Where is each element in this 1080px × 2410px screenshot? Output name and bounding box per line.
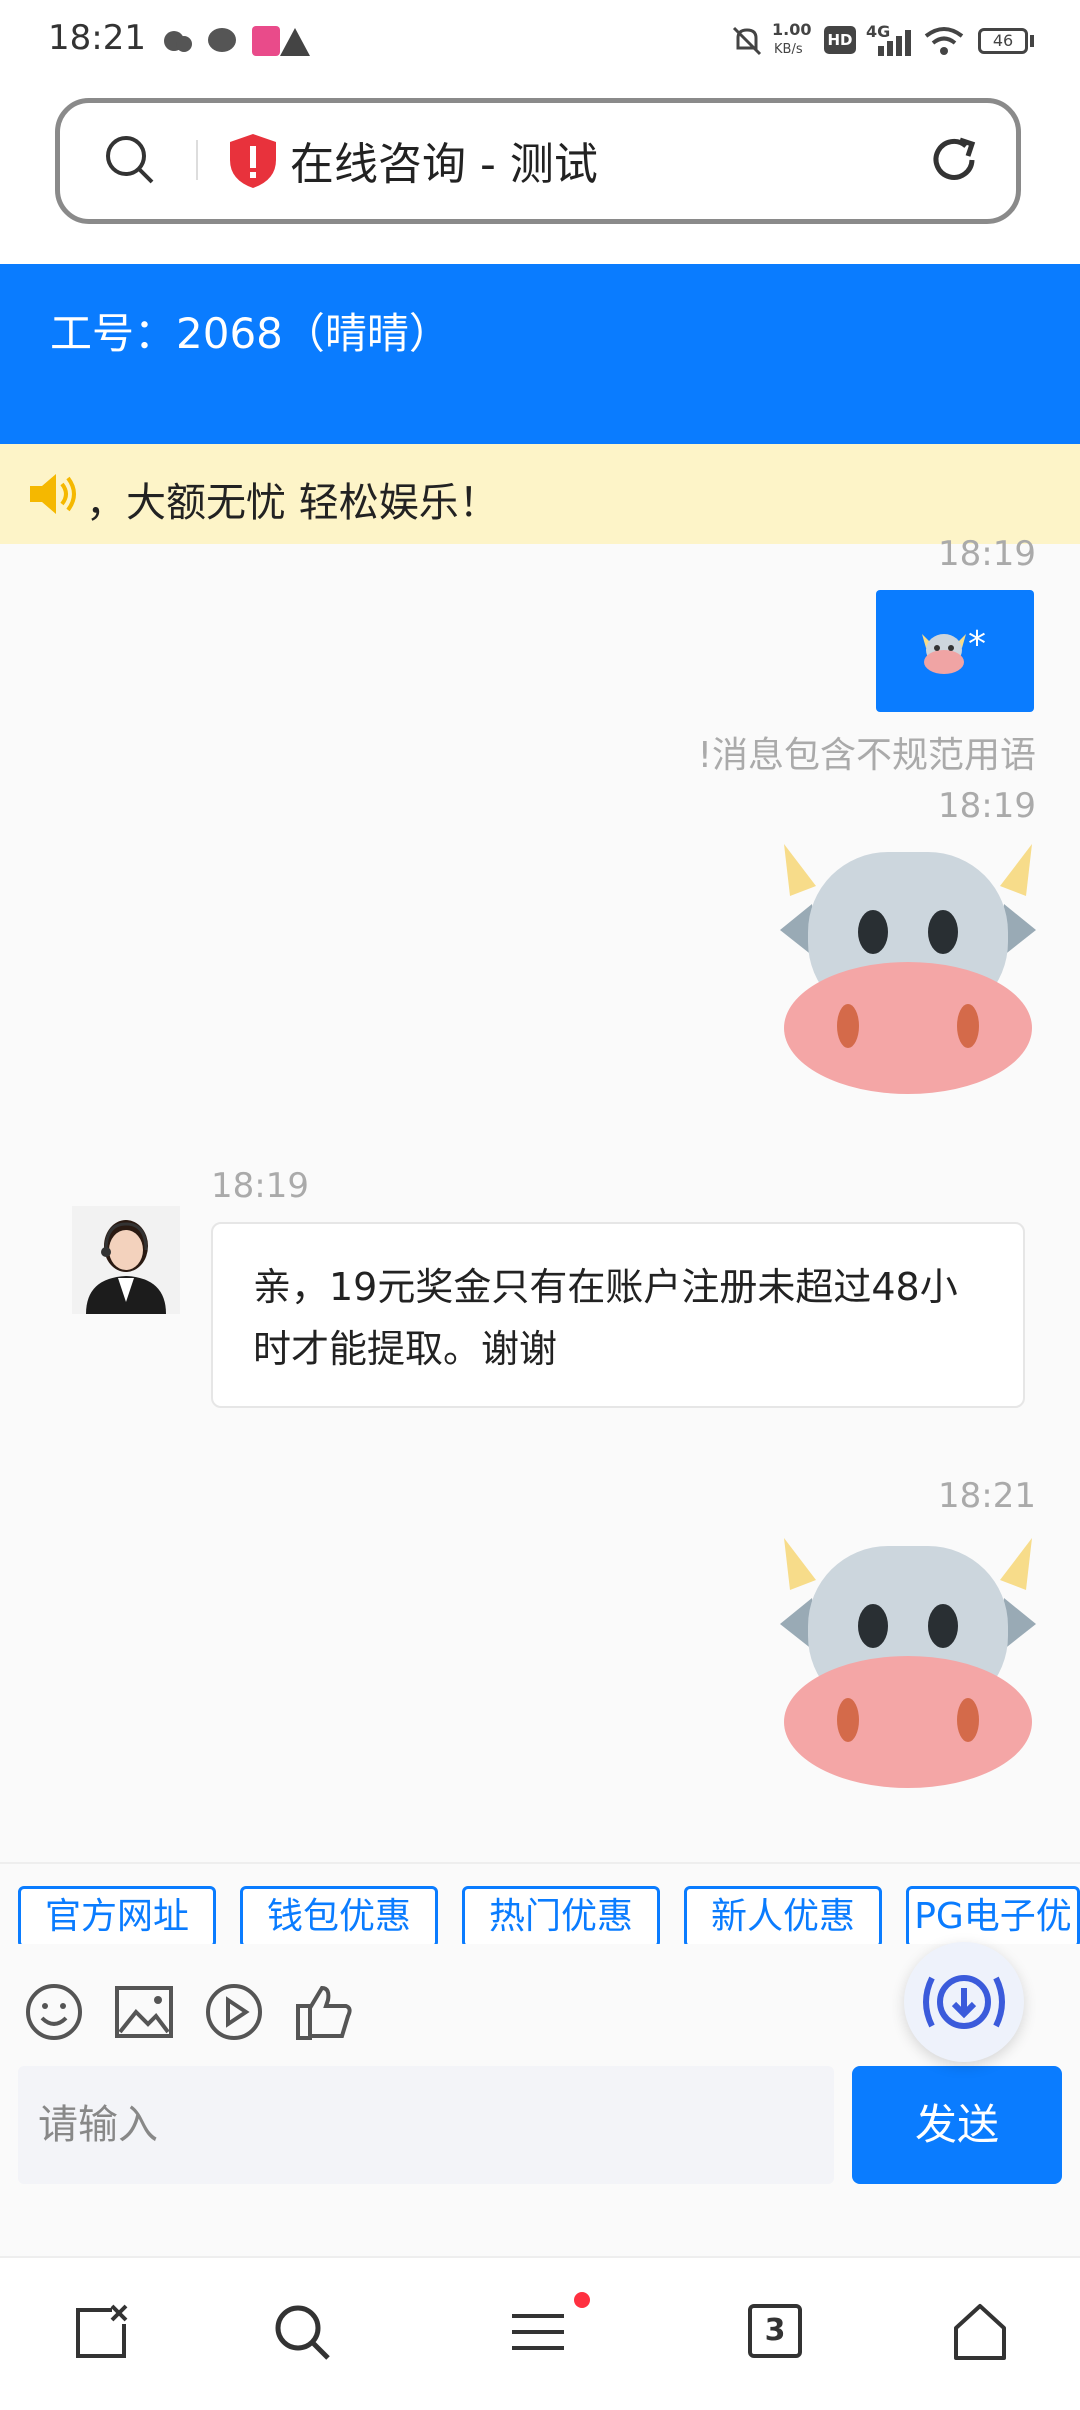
cow-sticker-icon (780, 1538, 1036, 1788)
tabs-count-button[interactable]: 3 (748, 2304, 802, 2358)
close-tab-icon[interactable] (72, 2302, 132, 2362)
menu-icon[interactable] (508, 2302, 568, 2362)
security-shield-icon[interactable] (226, 132, 280, 190)
message-time: 18:19 (211, 1166, 309, 1206)
hd-badge: HD (824, 26, 856, 54)
search-icon[interactable] (272, 2302, 332, 2362)
message-time: 18:21 (938, 1476, 1036, 1516)
cow-sticker-icon (780, 844, 1036, 1094)
agent-id-label: 工号：2068（晴晴） (50, 309, 451, 358)
search-icon[interactable] (104, 134, 156, 186)
signal-icon (878, 30, 911, 56)
net-speed: 1.00 (772, 20, 812, 39)
message-time: 18:19 (938, 534, 1036, 574)
address-divider (196, 140, 198, 180)
message-warning: !消息包含不规范用语 (697, 735, 1036, 776)
speaker-icon (30, 474, 76, 514)
emoji-icon[interactable] (24, 1982, 84, 2042)
notification-icons (164, 26, 310, 56)
message-input[interactable]: 请输入 (18, 2066, 834, 2184)
message-time: 18:19 (938, 786, 1036, 826)
status-time: 18:21 (48, 18, 146, 58)
quick-reply-button[interactable]: 热门优惠 (462, 1886, 660, 1944)
quick-reply-button[interactable]: 官方网址 (18, 1886, 216, 1944)
battery-indicator: 46 (978, 28, 1028, 54)
mute-icon (732, 26, 762, 56)
net-unit: KB/s (774, 42, 803, 57)
quick-reply-bar: 官方网址 钱包优惠 热门优惠 新人优惠 PG电子优 (0, 1864, 1080, 1944)
quick-reply-button[interactable]: 新人优惠 (684, 1886, 882, 1944)
incoming-bubble: 亲，19元奖金只有在账户注册未超过48小时才能提取。谢谢 (211, 1222, 1025, 1408)
home-icon[interactable] (950, 2302, 1010, 2362)
outgoing-text: * (968, 624, 986, 665)
page-title: 在线咨询 - 测试 (290, 139, 598, 190)
menu-notification-dot (574, 2292, 590, 2308)
refresh-icon[interactable] (926, 132, 982, 188)
battery-tip (1030, 35, 1034, 47)
quick-reply-button[interactable]: PG电子优 (906, 1886, 1080, 1944)
agent-avatar (72, 1206, 180, 1314)
cow-emoji-icon (922, 634, 966, 674)
quick-reply-button[interactable]: 钱包优惠 (240, 1886, 438, 1944)
thumbs-up-icon[interactable] (294, 1982, 354, 2042)
floating-download-button[interactable] (904, 1942, 1024, 2062)
wifi-icon (924, 27, 964, 55)
video-icon[interactable] (204, 1982, 264, 2042)
notice-text: ，大额无忧 轻松娱乐！ (86, 480, 499, 526)
image-icon[interactable] (114, 1982, 174, 2042)
send-button[interactable]: 发送 (852, 2066, 1062, 2184)
avatar-icon (86, 1220, 166, 1314)
download-icon (923, 1975, 1005, 2029)
